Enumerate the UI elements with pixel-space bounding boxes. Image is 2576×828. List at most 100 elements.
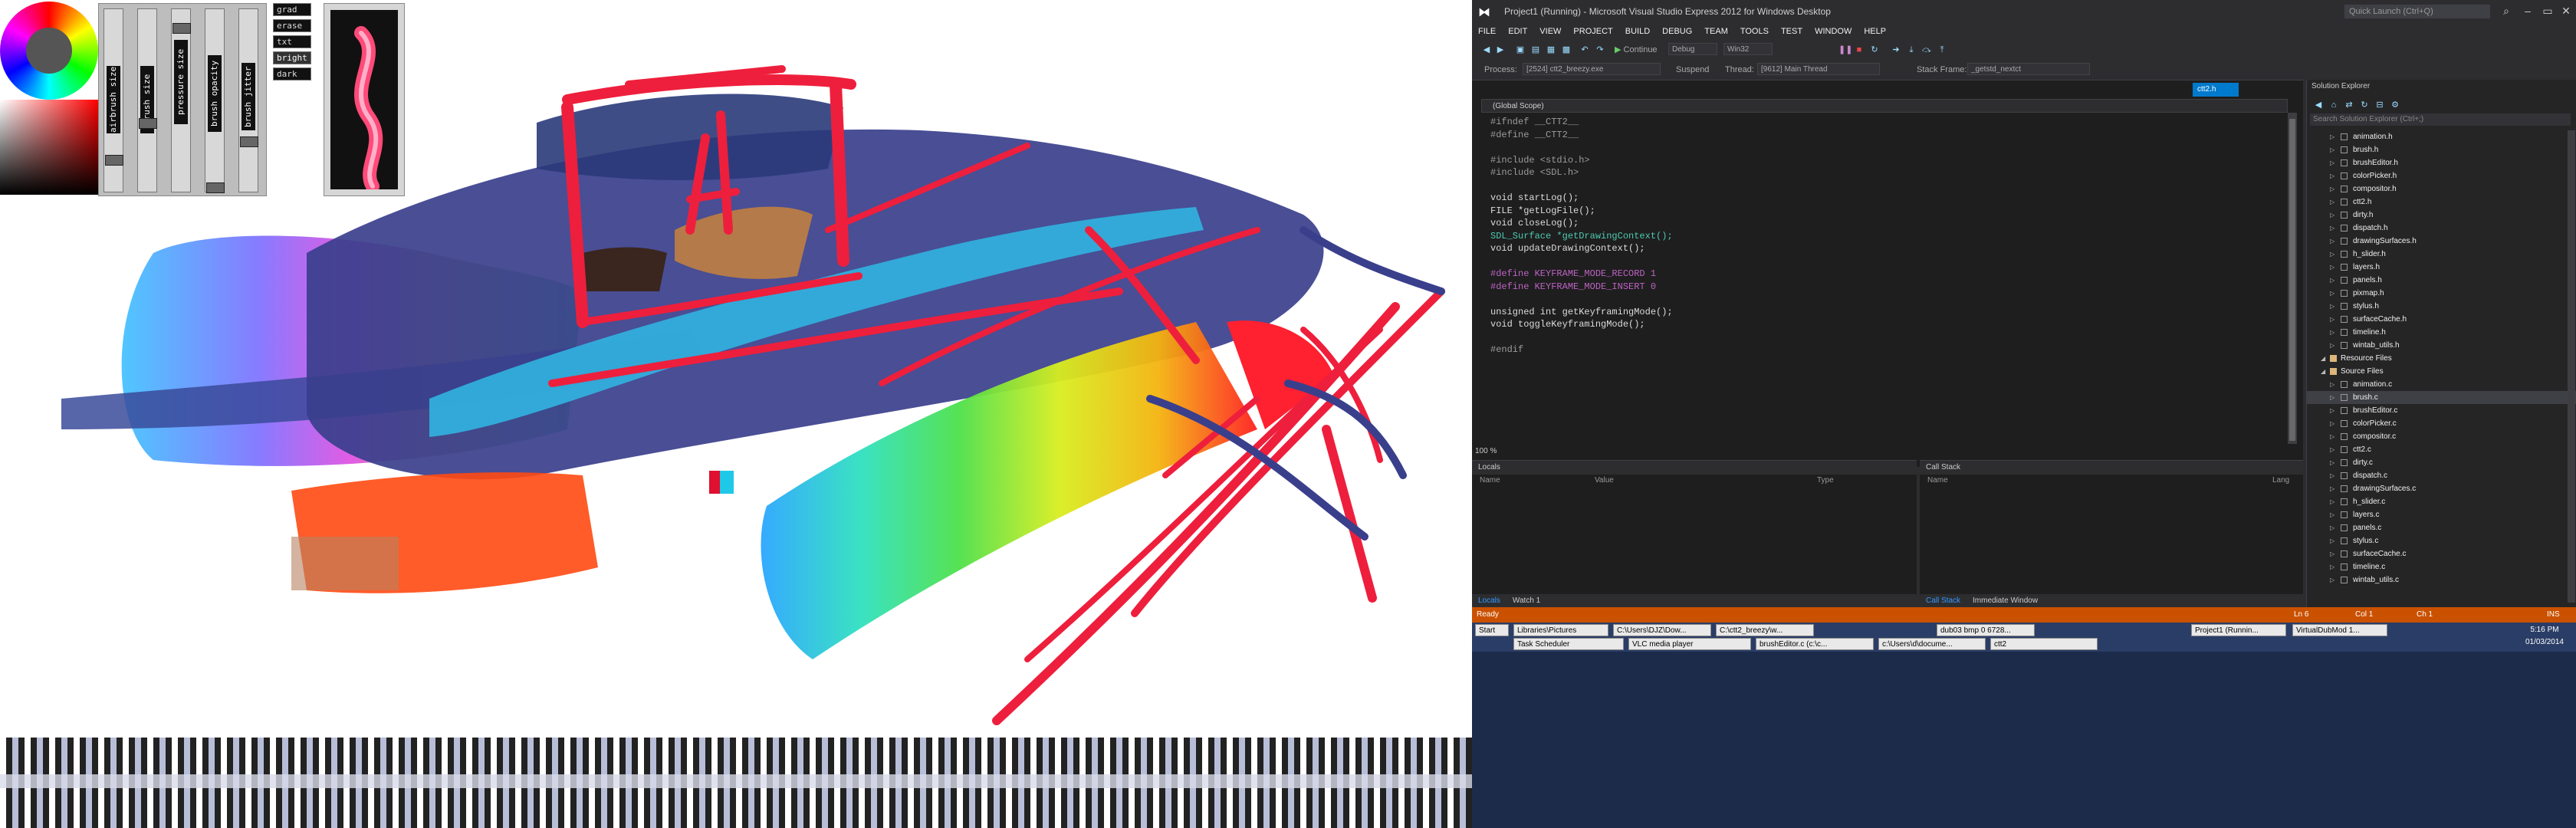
expand-arrow-icon[interactable]: ▷ <box>2330 274 2334 287</box>
close-button[interactable]: ✕ <box>2555 3 2576 18</box>
open-file-icon[interactable]: ▤ <box>1530 44 1541 55</box>
tree-file[interactable]: ▷ dispatch.h <box>2307 222 2576 235</box>
tree-file[interactable]: ▷ stylus.c <box>2307 534 2576 547</box>
clock[interactable]: 5:16 PM 01/03/2014 <box>2525 624 2564 649</box>
code-line[interactable]: #define KEYFRAME_MODE_RECORD 1 <box>1490 268 1673 281</box>
code-line[interactable]: #define __CTT2__ <box>1490 129 1673 142</box>
refresh-icon[interactable]: ↻ <box>2359 100 2370 110</box>
editor-scrollbar[interactable] <box>2288 113 2297 444</box>
task-documents[interactable]: c:\Users\d\docume... <box>1878 638 1986 650</box>
suspend-button[interactable]: Suspend <box>1676 63 1709 77</box>
home-icon[interactable]: ⌂ <box>2328 100 2339 110</box>
menu-project[interactable]: PROJECT <box>1567 23 1618 40</box>
tree-file[interactable]: ▷ compositor.h <box>2307 182 2576 196</box>
platform-dropdown[interactable]: Win32 <box>1723 43 1773 55</box>
quick-launch-input[interactable]: Quick Launch (Ctrl+Q) <box>2344 5 2490 18</box>
expand-arrow-icon[interactable]: ▷ <box>2330 482 2334 495</box>
task-ctt2[interactable]: ctt2 <box>1990 638 2098 650</box>
tab-ctt2-h[interactable]: ctt2.h <box>2193 83 2239 97</box>
slider-knob[interactable] <box>105 155 123 166</box>
search-icon[interactable]: ⌕ <box>2495 3 2518 18</box>
expand-arrow-icon[interactable]: ▷ <box>2330 339 2334 352</box>
expand-arrow-icon[interactable]: ◢ <box>2321 365 2325 378</box>
properties-icon[interactable]: ⚙ <box>2390 100 2400 110</box>
tree-folder[interactable]: ◢ Source Files <box>2307 365 2576 378</box>
expand-arrow-icon[interactable]: ▷ <box>2330 378 2334 391</box>
task-downloads[interactable]: C:\Users\DJZ\Dow... <box>1613 624 1711 636</box>
expand-arrow-icon[interactable]: ▷ <box>2330 261 2334 274</box>
tree-file[interactable]: ▷ panels.h <box>2307 274 2576 287</box>
task-dub03[interactable]: dub03 bmp 0 6728... <box>1937 624 2035 636</box>
code-line[interactable]: #ifndef __CTT2__ <box>1490 116 1673 129</box>
tree-file[interactable]: ▷ surfaceCache.h <box>2307 313 2576 326</box>
step-over-icon[interactable]: ⤼ <box>1921 44 1932 55</box>
tree-file[interactable]: ▷ animation.h <box>2307 130 2576 143</box>
code-line[interactable] <box>1490 293 1673 306</box>
start-button[interactable]: Start <box>1475 624 1509 636</box>
code-line[interactable]: #endif <box>1490 343 1673 356</box>
expand-arrow-icon[interactable]: ▷ <box>2330 573 2334 586</box>
expand-arrow-icon[interactable]: ▷ <box>2330 417 2334 430</box>
new-project-icon[interactable]: ▣ <box>1515 44 1526 55</box>
code-line[interactable]: #include <stdio.h> <box>1490 154 1673 167</box>
task-vlc[interactable]: VLC media player <box>1628 638 1751 650</box>
tab-callstack[interactable]: Call Stack <box>1920 594 1967 608</box>
brush-jitter-slider[interactable]: brush jitter <box>238 8 258 192</box>
brush-opacity-slider[interactable]: brush opacity <box>205 8 225 193</box>
menu-team[interactable]: TEAM <box>1698 23 1734 40</box>
tree-file[interactable]: ▷ drawingSurfaces.h <box>2307 235 2576 248</box>
tree-file[interactable]: ▷ brush.c <box>2307 391 2576 404</box>
tree-file[interactable]: ▷ ctt2.h <box>2307 196 2576 209</box>
saturation-value-square[interactable] <box>0 100 98 195</box>
collapse-all-icon[interactable]: ⊟ <box>2374 100 2385 110</box>
expand-arrow-icon[interactable]: ▷ <box>2330 196 2334 209</box>
expand-arrow-icon[interactable]: ▷ <box>2330 443 2334 456</box>
tree-file[interactable]: ▷ brushEditor.c <box>2307 404 2576 417</box>
txt-tool-button[interactable]: txt <box>273 35 311 48</box>
tree-file[interactable]: ▷ layers.h <box>2307 261 2576 274</box>
tree-file[interactable]: ▷ brushEditor.h <box>2307 156 2576 169</box>
stack-frame-dropdown[interactable]: _getstd_nextct <box>1967 63 2090 75</box>
expand-arrow-icon[interactable]: ▷ <box>2330 169 2334 182</box>
restart-icon[interactable]: ↻ <box>1869 44 1880 55</box>
expand-arrow-icon[interactable]: ▷ <box>2330 235 2334 248</box>
tree-file[interactable]: ▷ animation.c <box>2307 378 2576 391</box>
tree-file[interactable]: ▷ timeline.h <box>2307 326 2576 339</box>
show-next-statement-icon[interactable]: ➜ <box>1891 44 1901 55</box>
slider-knob[interactable] <box>139 118 157 129</box>
expand-arrow-icon[interactable]: ▷ <box>2330 287 2334 300</box>
pause-icon[interactable]: ❚❚ <box>1838 44 1852 55</box>
color-picker[interactable] <box>0 0 100 195</box>
tab-watch1[interactable]: Watch 1 <box>1506 594 1546 608</box>
tree-folder[interactable]: ◢ Resource Files <box>2307 352 2576 365</box>
redo-icon[interactable]: ↷ <box>1595 44 1605 55</box>
back-icon[interactable]: ◀ <box>1481 44 1492 55</box>
code-line[interactable]: FILE *getLogFile(); <box>1490 205 1673 218</box>
scope-dropdown[interactable]: (Global Scope) <box>1481 99 2288 113</box>
code-line[interactable]: void closeLog(); <box>1490 217 1673 230</box>
expand-arrow-icon[interactable]: ▷ <box>2330 495 2334 508</box>
tree-file[interactable]: ▷ wintab_utils.c <box>2307 573 2576 586</box>
task-virtualdub[interactable]: VirtualDubMod 1... <box>2292 624 2387 636</box>
step-into-icon[interactable]: ⤓ <box>1906 44 1917 55</box>
expand-arrow-icon[interactable]: ▷ <box>2330 469 2334 482</box>
task-scheduler[interactable]: Task Scheduler <box>1513 638 1624 650</box>
expand-arrow-icon[interactable]: ◢ <box>2321 352 2325 365</box>
airbrush-size-slider[interactable]: airbrush size <box>104 8 123 192</box>
task-libraries[interactable]: Libraries\Pictures <box>1513 624 1608 636</box>
dark-tool-button[interactable]: dark <box>273 67 311 80</box>
menu-window[interactable]: WINDOW <box>1809 23 1858 40</box>
forward-icon[interactable]: ▶ <box>1495 44 1506 55</box>
tree-file[interactable]: ▷ wintab_utils.h <box>2307 339 2576 352</box>
expand-arrow-icon[interactable]: ▷ <box>2330 326 2334 339</box>
tree-file[interactable]: ▷ h_slider.h <box>2307 248 2576 261</box>
menu-build[interactable]: BUILD <box>1619 23 1656 40</box>
code-line[interactable]: #include <SDL.h> <box>1490 166 1673 179</box>
tree-file[interactable]: ▷ dirty.c <box>2307 456 2576 469</box>
expand-arrow-icon[interactable]: ▷ <box>2330 391 2334 404</box>
tree-file[interactable]: ▷ layers.c <box>2307 508 2576 521</box>
menu-edit[interactable]: EDIT <box>1502 23 1533 40</box>
menu-file[interactable]: FILE <box>1472 23 1502 40</box>
expand-arrow-icon[interactable]: ▷ <box>2330 248 2334 261</box>
expand-arrow-icon[interactable]: ▷ <box>2330 404 2334 417</box>
